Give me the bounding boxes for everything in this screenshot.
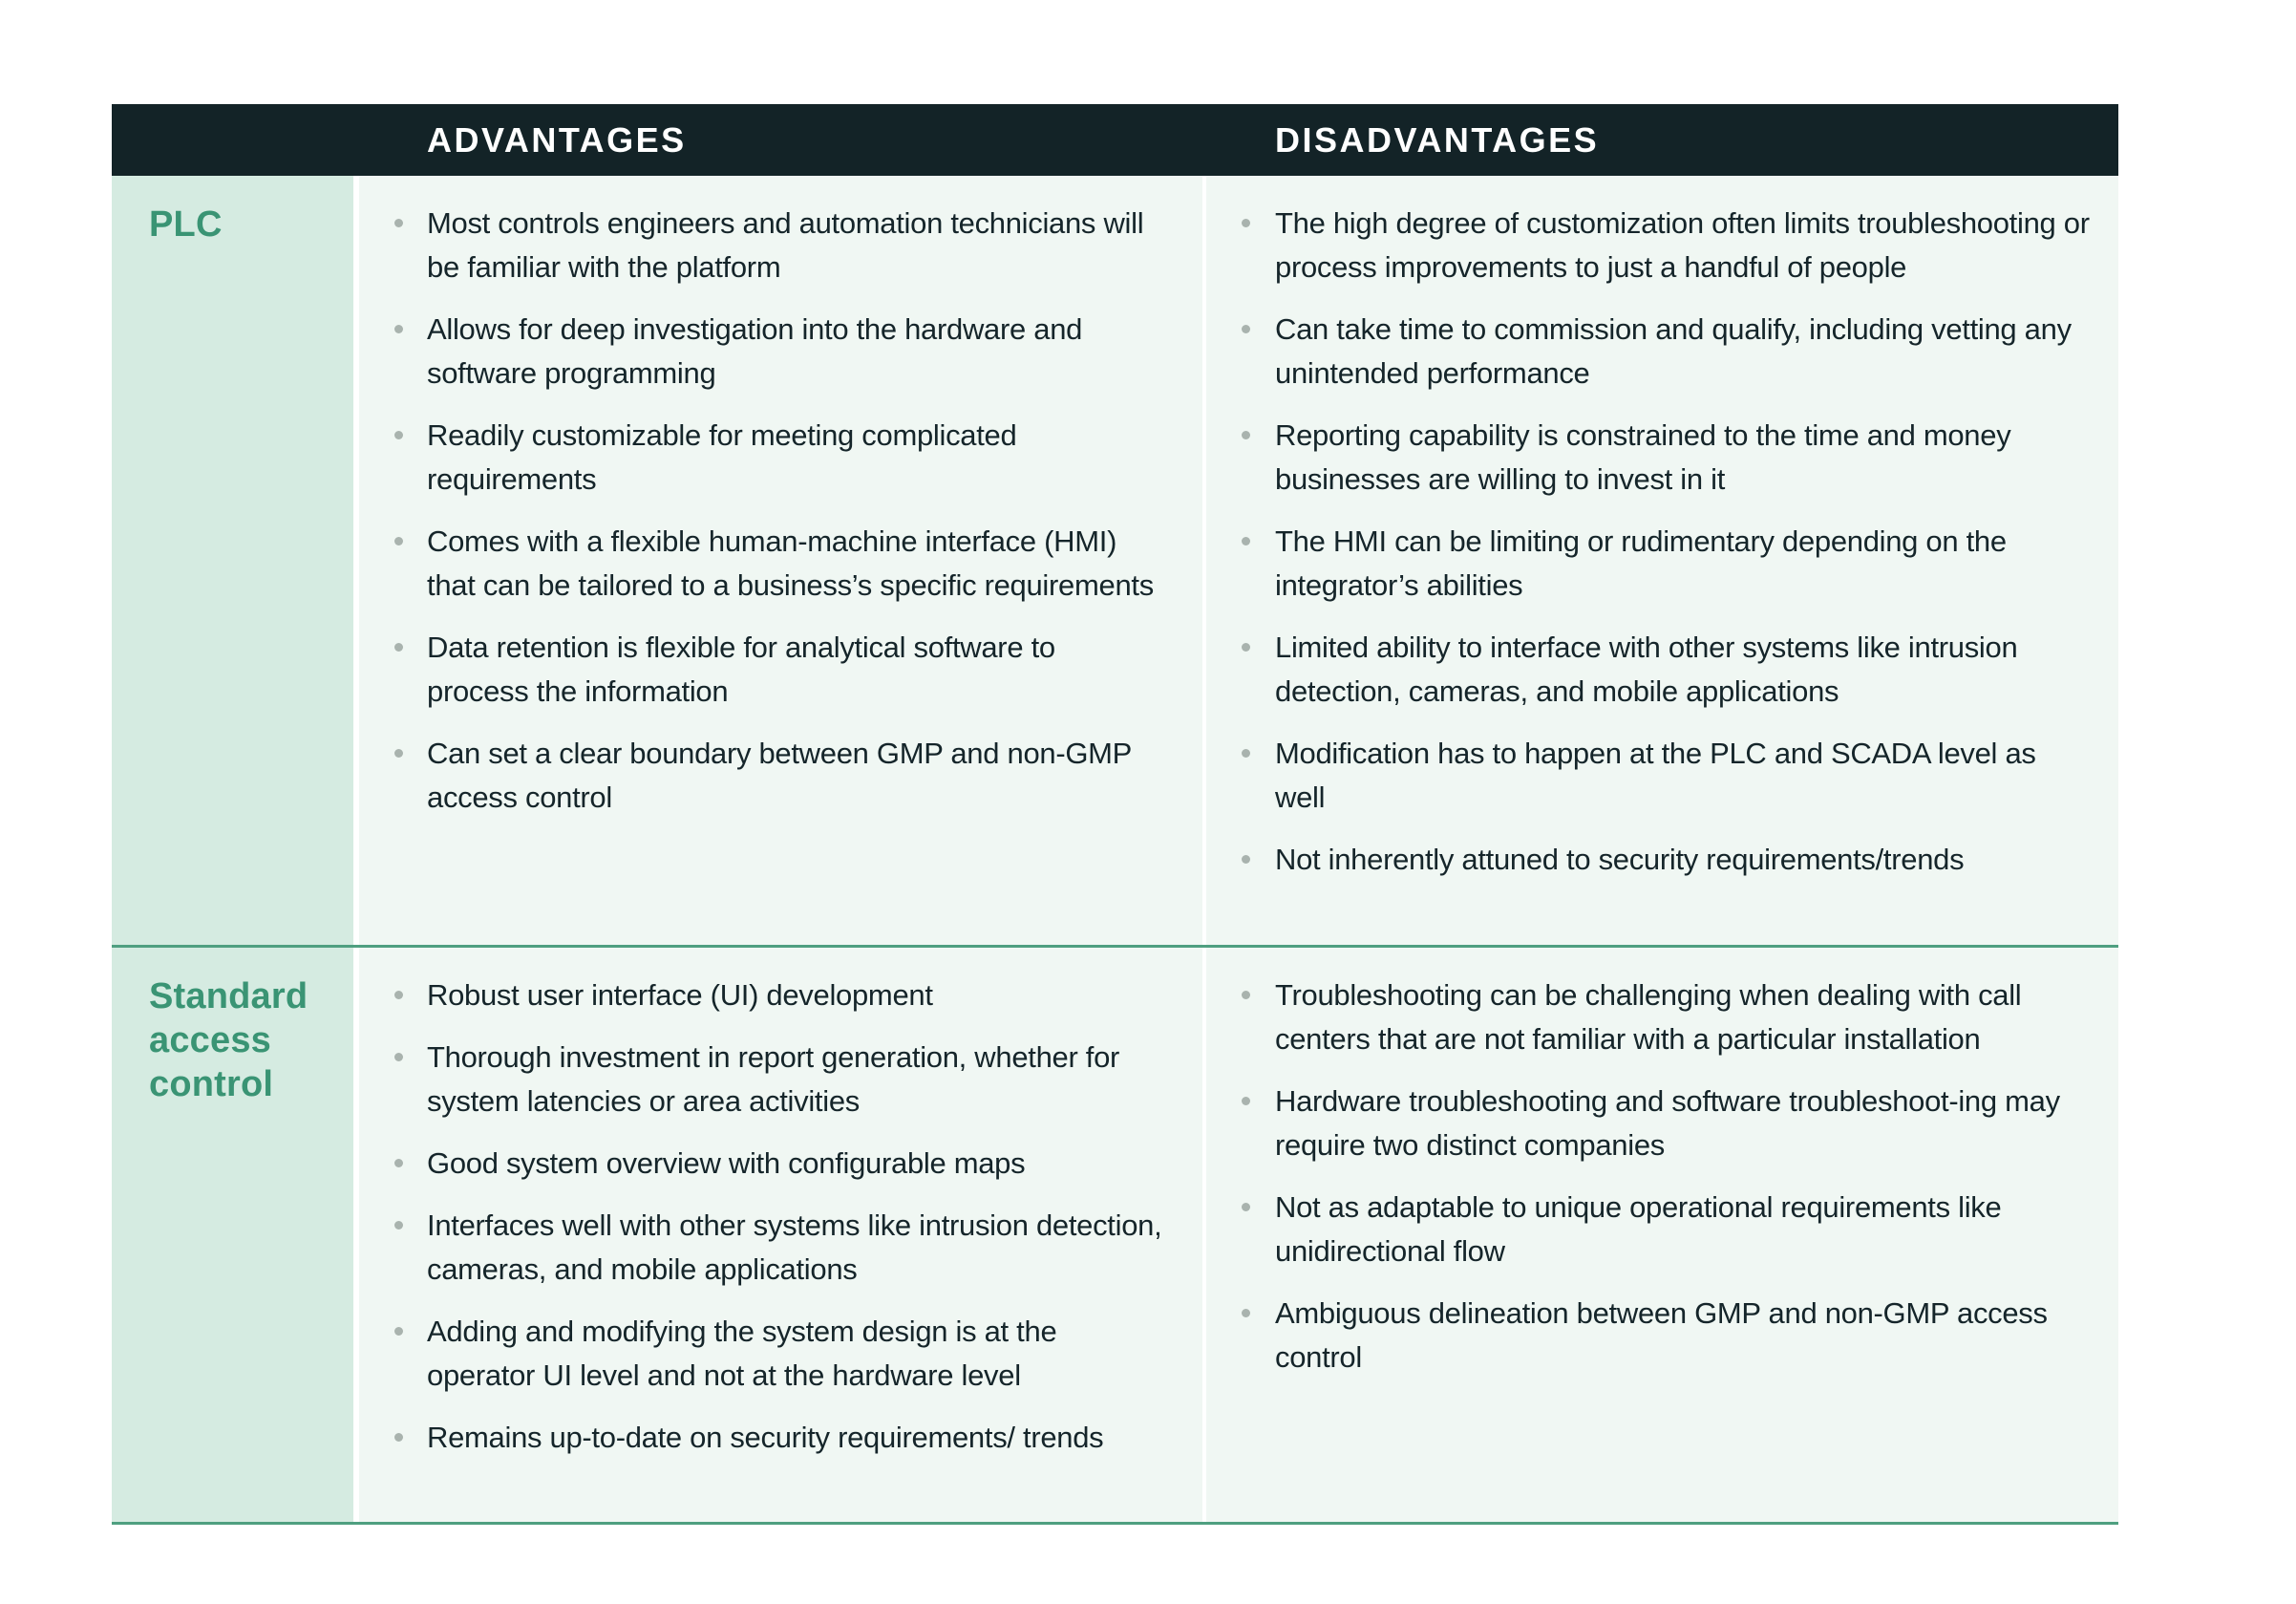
bullet-icon (1242, 431, 1250, 439)
row-label-cell: Standard access control (112, 948, 353, 1522)
list-item: Troubleshooting can be challenging when … (1242, 973, 2090, 1061)
list-item-text: Data retention is flexible for analytica… (427, 631, 1055, 708)
bullet-icon (1242, 537, 1250, 545)
bullet-icon (394, 991, 403, 999)
list-item-text: Can take time to commission and qualify,… (1275, 312, 2072, 390)
list-item-text: Interfaces well with other systems like … (427, 1208, 1162, 1286)
advantages-list: Robust user interface (UI) development Th… (394, 973, 1164, 1460)
disadvantages-cell: Troubleshooting can be challenging when … (1206, 948, 2118, 1522)
list-item-text: Reporting capability is constrained to t… (1275, 418, 2011, 496)
list-item-text: Remains up-to-date on security requireme… (427, 1421, 1104, 1454)
list-item-text: Can set a clear boundary between GMP and… (427, 737, 1132, 814)
comparison-table: ADVANTAGES DISADVANTAGES PLC Most contro… (112, 104, 2118, 1525)
list-item: Hardware troubleshooting and software tr… (1242, 1080, 2090, 1167)
bullet-icon (1242, 219, 1250, 227)
list-item-text: Adding and modifying the system design i… (427, 1315, 1057, 1392)
list-item-text: Good system overview with configurable m… (427, 1146, 1026, 1180)
bullet-icon (1242, 855, 1250, 864)
list-item: Not as adaptable to unique operational r… (1242, 1186, 2090, 1273)
list-item-text: The high degree of customization often l… (1275, 206, 2090, 284)
row-label: PLC (149, 204, 223, 245)
list-item: Thorough investment in report generation… (394, 1036, 1164, 1123)
disadvantages-list: Troubleshooting can be challenging when … (1242, 973, 2090, 1379)
list-item: Adding and modifying the system design i… (394, 1310, 1164, 1398)
table-row-standard-access-control: Standard access control Robust user inte… (112, 948, 2118, 1525)
list-item: Good system overview with configurable m… (394, 1142, 1164, 1186)
list-item-text: Thorough investment in report generation… (427, 1040, 1120, 1118)
list-item: The high degree of customization often l… (1242, 202, 2090, 289)
advantages-cell: Most controls engineers and automation t… (359, 176, 1202, 945)
bullet-icon (394, 325, 403, 333)
list-item: Can take time to commission and qualify,… (1242, 308, 2090, 396)
list-item: Most controls engineers and automation t… (394, 202, 1164, 289)
bullet-icon (1242, 991, 1250, 999)
bullet-icon (1242, 1097, 1250, 1105)
table-header: ADVANTAGES DISADVANTAGES (112, 104, 2118, 176)
list-item: Robust user interface (UI) development (394, 973, 1164, 1017)
header-label-column (112, 104, 359, 176)
list-item: Modification has to happen at the PLC an… (1242, 732, 2090, 820)
list-item-text: Limited ability to interface with other … (1275, 631, 2018, 708)
header-disadvantages: DISADVANTAGES (1275, 120, 1600, 160)
row-label-cell: PLC (112, 176, 353, 945)
advantages-list: Most controls engineers and automation t… (394, 202, 1164, 820)
list-item: Can set a clear boundary between GMP and… (394, 732, 1164, 820)
table-row-plc: PLC Most controls engineers and automati… (112, 176, 2118, 948)
list-item: Reporting capability is constrained to t… (1242, 414, 2090, 502)
list-item-text: Ambiguous delineation between GMP and no… (1275, 1296, 2048, 1374)
bullet-icon (394, 537, 403, 545)
bullet-icon (394, 643, 403, 652)
bullet-icon (1242, 643, 1250, 652)
row-label: Standard access control (149, 976, 308, 1104)
bullet-icon (1242, 1203, 1250, 1211)
list-item-text: Not inherently attuned to security requi… (1275, 843, 1965, 876)
list-item-text: The HMI can be limiting or rudimentary d… (1275, 524, 2007, 602)
header-advantages: ADVANTAGES (427, 120, 687, 160)
list-item-text: Allows for deep investigation into the h… (427, 312, 1083, 390)
list-item: Limited ability to interface with other … (1242, 626, 2090, 714)
bullet-icon (1242, 1309, 1250, 1317)
advantages-cell: Robust user interface (UI) development Th… (359, 948, 1202, 1522)
list-item: Not inherently attuned to security requi… (1242, 838, 2090, 882)
bullet-icon (1242, 749, 1250, 758)
bullet-icon (394, 431, 403, 439)
bullet-icon (394, 1053, 403, 1061)
bullet-icon (394, 1433, 403, 1442)
list-item-text: Troubleshooting can be challenging when … (1275, 978, 2022, 1056)
list-item-text: Robust user interface (UI) development (427, 978, 933, 1012)
list-item: Data retention is flexible for analytica… (394, 626, 1164, 714)
list-item-text: Comes with a flexible human-machine inte… (427, 524, 1154, 602)
list-item: Readily customizable for meeting complic… (394, 414, 1164, 502)
list-item: Remains up-to-date on security requireme… (394, 1416, 1164, 1460)
list-item: The HMI can be limiting or rudimentary d… (1242, 520, 2090, 608)
list-item-text: Readily customizable for meeting complic… (427, 418, 1017, 496)
list-item: Ambiguous delineation between GMP and no… (1242, 1292, 2090, 1379)
bullet-icon (394, 1221, 403, 1230)
bullet-icon (394, 1327, 403, 1336)
list-item-text: Hardware troubleshooting and software tr… (1275, 1084, 2060, 1162)
bullet-icon (394, 219, 403, 227)
disadvantages-list: The high degree of customization often l… (1242, 202, 2090, 882)
bullet-icon (394, 1159, 403, 1167)
list-item: Allows for deep investigation into the h… (394, 308, 1164, 396)
list-item: Comes with a flexible human-machine inte… (394, 520, 1164, 608)
bullet-icon (1242, 325, 1250, 333)
bullet-icon (394, 749, 403, 758)
list-item-text: Most controls engineers and automation t… (427, 206, 1144, 284)
list-item: Interfaces well with other systems like … (394, 1204, 1164, 1292)
disadvantages-cell: The high degree of customization often l… (1206, 176, 2118, 945)
list-item-text: Modification has to happen at the PLC an… (1275, 737, 2036, 814)
list-item-text: Not as adaptable to unique operational r… (1275, 1190, 2002, 1268)
